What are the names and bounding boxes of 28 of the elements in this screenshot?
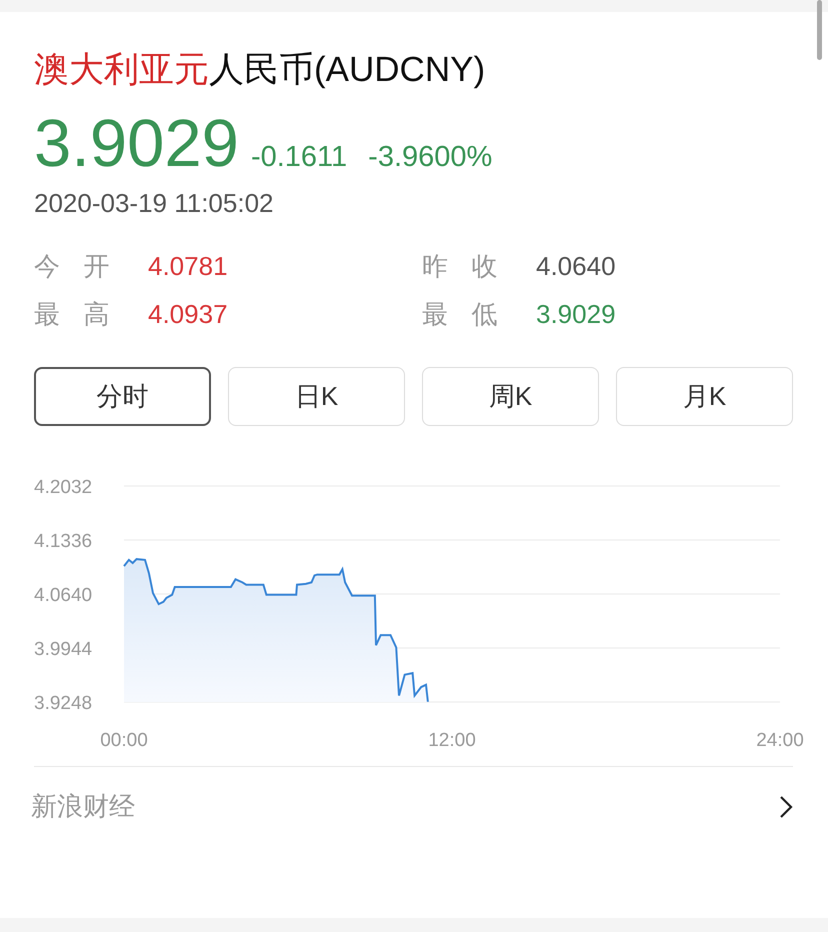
stat-value: 4.0781 <box>148 251 228 281</box>
timestamp: 2020-03-19 11:05:02 <box>34 188 274 219</box>
y-axis-label: 3.9248 <box>34 693 92 714</box>
y-axis-label: 4.2032 <box>34 477 92 498</box>
stat-label: 最低 <box>422 299 522 329</box>
stat-value: 4.0640 <box>536 251 616 281</box>
y-axis-label: 3.9944 <box>34 639 92 660</box>
x-axis-label: 00:00 <box>100 730 148 751</box>
stat-label: 今开 <box>34 251 134 281</box>
percent-change: -3.9600% <box>368 141 492 174</box>
currency-pair-title: 人民币(AUDCNY) <box>209 49 486 91</box>
chart-tab[interactable]: 月K <box>616 367 793 426</box>
price-value: 3.9029 <box>34 105 239 183</box>
stat-value: 4.0937 <box>148 299 228 329</box>
y-axis-label: 4.1336 <box>34 531 92 552</box>
currency-name: 澳大利亚元 <box>34 49 209 91</box>
chevron-right-icon[interactable] <box>779 794 793 818</box>
stat-label: 昨收 <box>422 251 522 281</box>
stat-label: 最高 <box>34 299 134 329</box>
stat-value: 3.9029 <box>536 299 616 329</box>
y-axis-label: 4.0640 <box>34 585 92 606</box>
x-axis-label: 24:00 <box>756 730 804 751</box>
chart-tab[interactable]: 日K <box>228 367 405 426</box>
scrollbar <box>817 0 822 60</box>
chart-tab[interactable]: 分时 <box>34 367 211 426</box>
price-change: -0.1611 <box>250 141 348 174</box>
chart-tab[interactable]: 周K <box>422 367 599 426</box>
x-axis-label: 12:00 <box>428 730 476 751</box>
